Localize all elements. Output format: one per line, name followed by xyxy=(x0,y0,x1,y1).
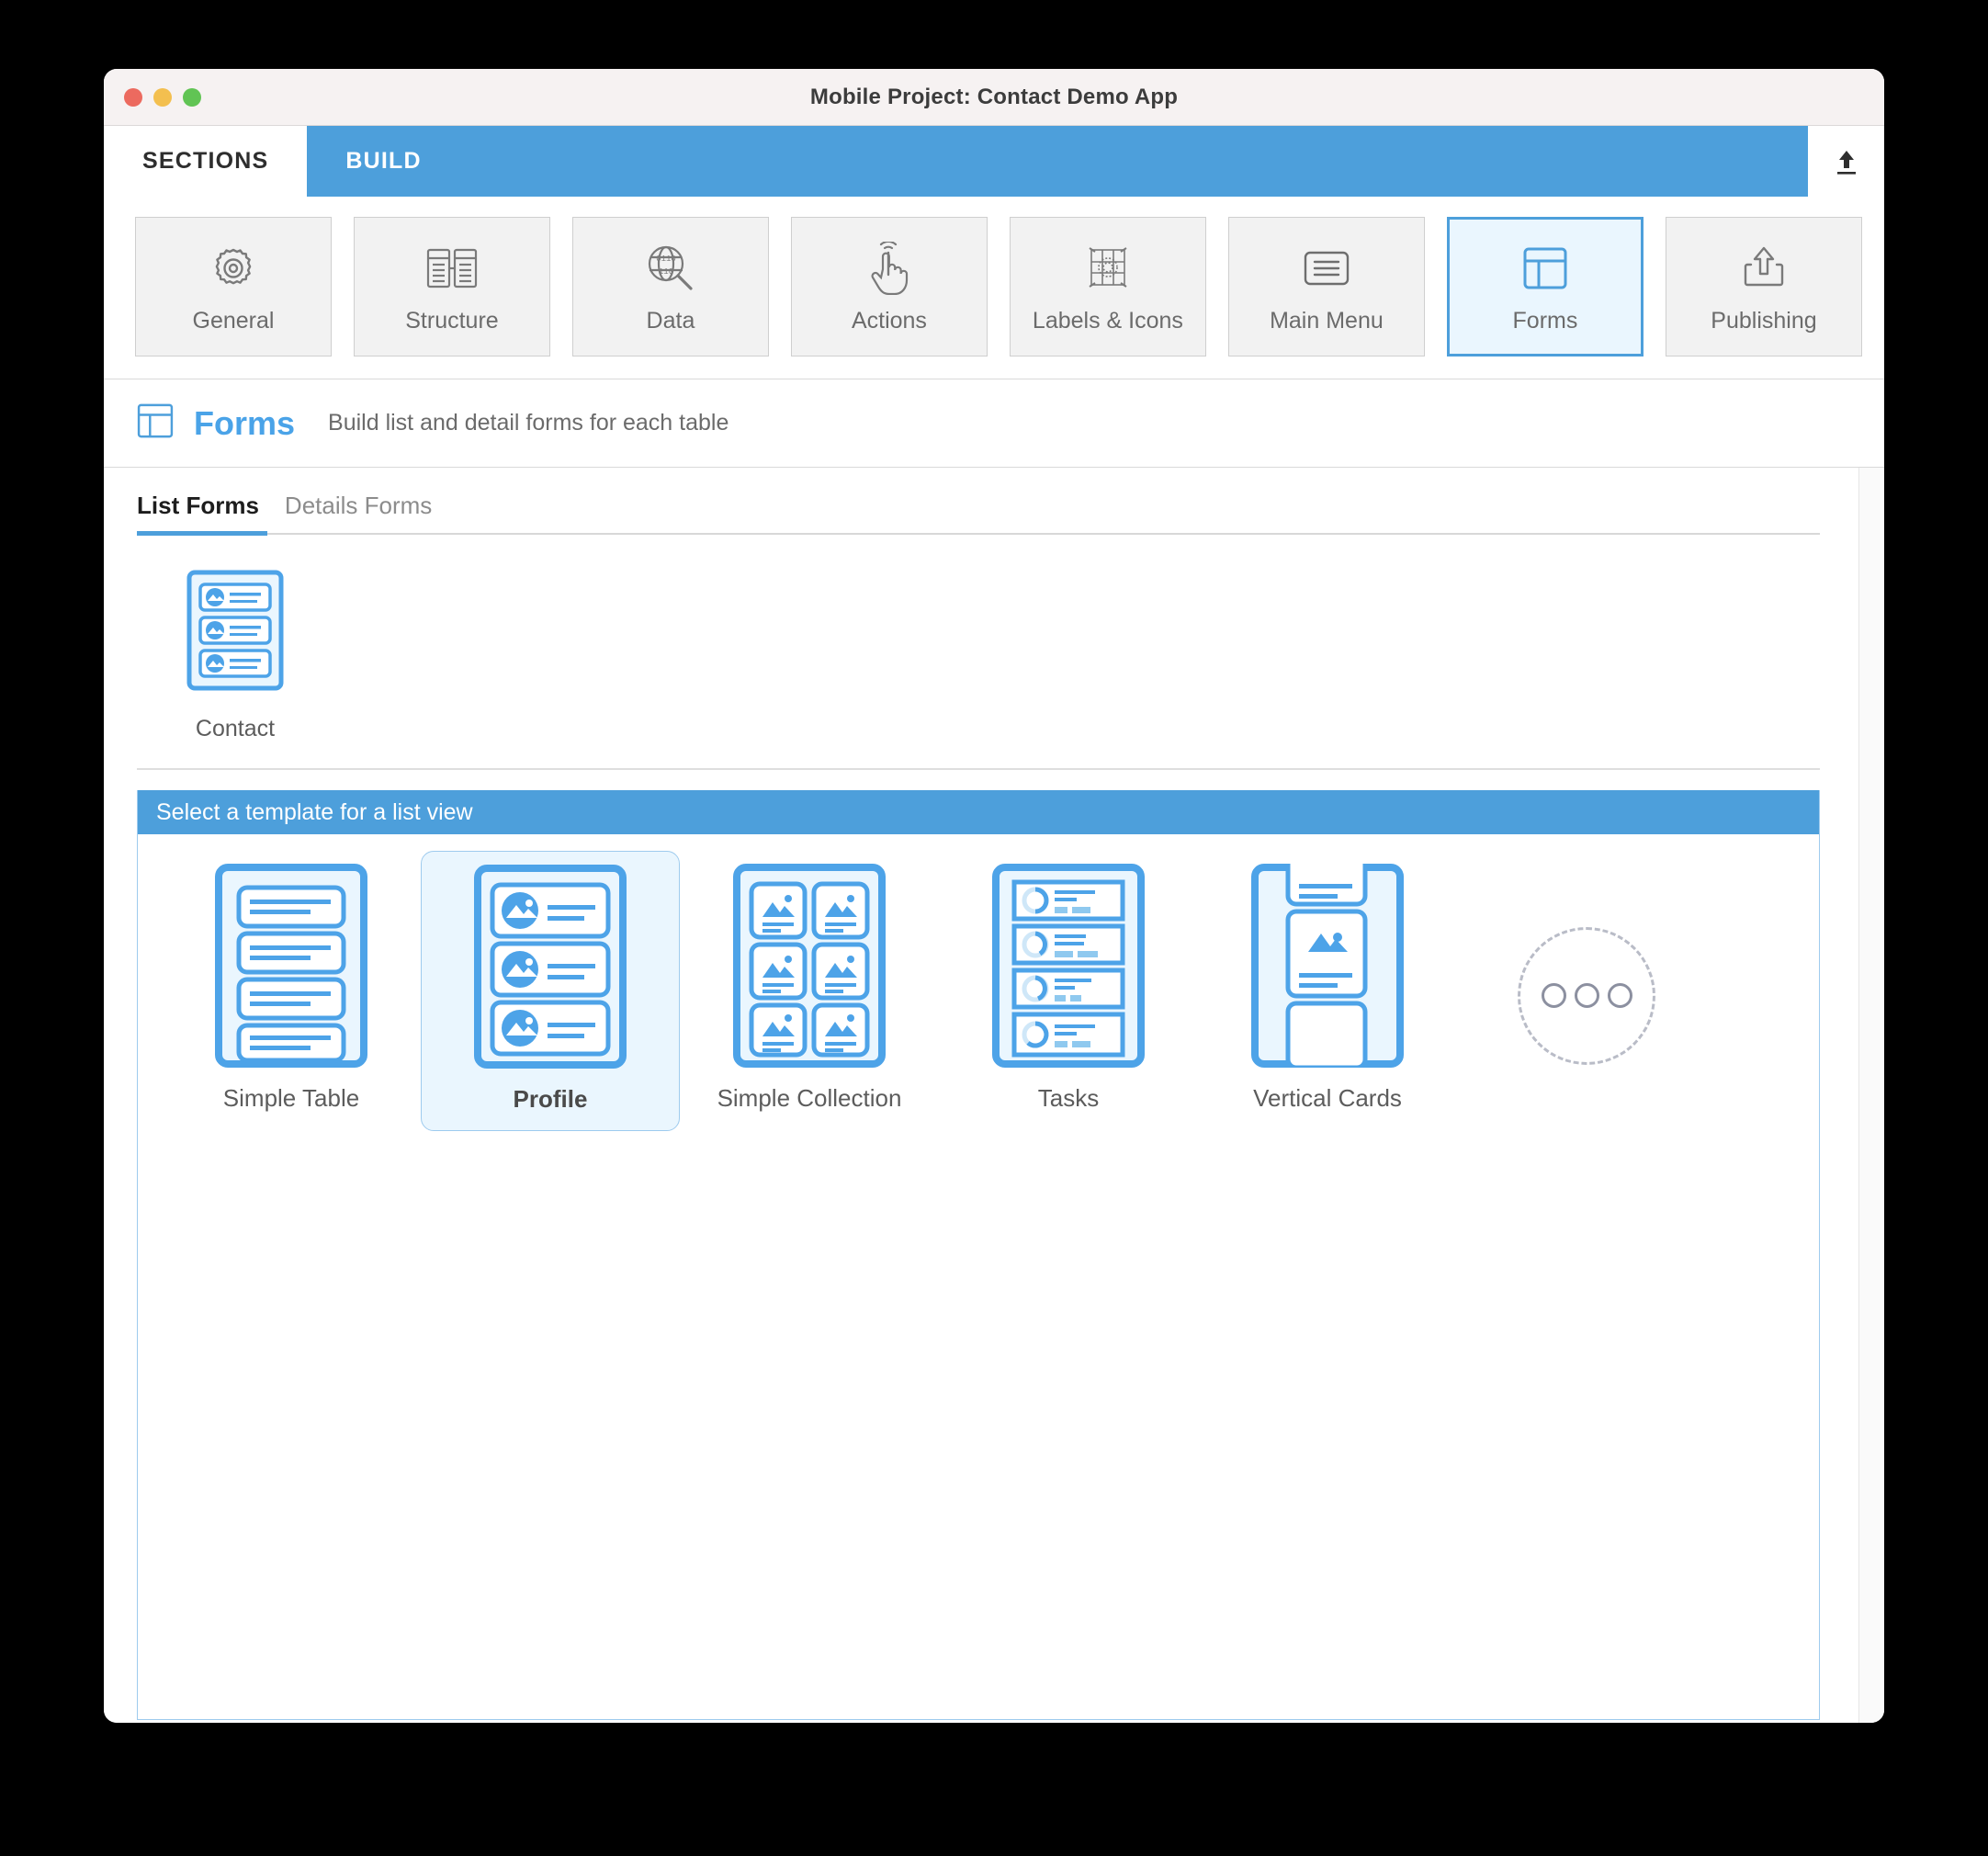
vertical-scrollbar[interactable] xyxy=(1858,468,1884,1723)
template-picker-header: Select a template for a list view xyxy=(138,790,1819,834)
toolbar-button-publishing[interactable]: Publishing xyxy=(1665,217,1862,356)
template-label: Tasks xyxy=(1037,1084,1100,1112)
three-dots-icon xyxy=(1574,983,1599,1008)
top-tab-strip: SECTIONS BUILD xyxy=(104,126,1884,197)
tab-list-forms[interactable]: List Forms xyxy=(137,492,259,533)
tab-build[interactable]: BUILD xyxy=(307,126,460,197)
section-header: Forms Build list and detail forms for ea… xyxy=(104,379,1884,468)
scroll-pane: List Forms Details Forms Contact Select … xyxy=(104,468,1858,1723)
toolbar-button-labels-icons[interactable]: Labels & Icons xyxy=(1009,217,1206,356)
toolbar-button-data[interactable]: 0110 110 Data xyxy=(571,217,769,356)
more-templates-button[interactable] xyxy=(1518,926,1655,1065)
export-icon xyxy=(1738,240,1790,297)
page-subtitle: Build list and detail forms for each tab… xyxy=(328,410,729,436)
tab-details-forms[interactable]: Details Forms xyxy=(285,492,432,533)
toolbar-label: Labels & Icons xyxy=(1032,307,1183,334)
toolbar-button-general[interactable]: General xyxy=(135,217,332,356)
labels-grid-icon xyxy=(1082,240,1134,297)
gear-icon xyxy=(208,240,259,297)
upload-button[interactable] xyxy=(1808,126,1884,197)
section-toolbar: General Structure 0110 110 Data Actions … xyxy=(104,197,1884,379)
svg-text:110: 110 xyxy=(659,267,673,277)
forms-layout-icon xyxy=(1520,240,1570,297)
upload-icon xyxy=(1836,150,1856,175)
title-bar: Mobile Project: Contact Demo App xyxy=(104,69,1884,126)
tab-strip-filler xyxy=(459,126,1808,197)
page-title: Forms xyxy=(194,403,296,442)
table-item-contact[interactable]: Contact xyxy=(157,570,313,742)
app-window: Mobile Project: Contact Demo App SECTION… xyxy=(104,69,1884,1723)
forms-layout-icon xyxy=(135,402,175,445)
profile-list-thumbnail xyxy=(186,570,284,696)
window-title: Mobile Project: Contact Demo App xyxy=(809,84,1179,109)
simple-table-art xyxy=(215,864,367,1068)
toolbar-label: General xyxy=(192,307,275,334)
subtab-divider xyxy=(137,531,1820,536)
profile-art xyxy=(474,865,627,1069)
template-vertical-cards[interactable]: Vertical Cards xyxy=(1198,851,1457,1131)
toolbar-label: Data xyxy=(646,307,695,334)
table-row-divider xyxy=(137,768,1820,770)
active-tab-underline xyxy=(137,531,267,536)
template-simple-table[interactable]: Simple Table xyxy=(162,851,421,1131)
template-list: Simple Table Profile Simple Collection T… xyxy=(138,834,1819,1131)
template-label: Vertical Cards xyxy=(1253,1084,1402,1112)
toolbar-label: Structure xyxy=(405,307,499,334)
toolbar-label: Publishing xyxy=(1711,307,1817,334)
toolbar-label: Main Menu xyxy=(1270,307,1384,334)
table-thumbnail-row: Contact xyxy=(104,535,1858,742)
toolbar-button-structure[interactable]: Structure xyxy=(353,217,550,356)
template-picker: Select a template for a list view Simple… xyxy=(137,790,1820,1720)
table-label: Contact xyxy=(195,716,276,741)
template-label: Simple Table xyxy=(222,1084,360,1112)
menu-list-icon xyxy=(1300,240,1353,297)
template-profile[interactable]: Profile xyxy=(421,851,680,1131)
content-area: List Forms Details Forms Contact Select … xyxy=(104,468,1884,1723)
tables-icon xyxy=(424,240,480,297)
data-search-icon: 0110 110 xyxy=(644,240,697,297)
template-tasks[interactable]: Tasks xyxy=(939,851,1198,1131)
toolbar-label: Forms xyxy=(1512,307,1578,334)
template-label: Simple Collection xyxy=(717,1084,902,1112)
toolbar-label: Actions xyxy=(851,307,927,334)
forms-subtabs: List Forms Details Forms xyxy=(104,468,1858,533)
toolbar-button-forms[interactable]: Forms xyxy=(1446,217,1643,356)
three-dots-icon xyxy=(1607,983,1632,1008)
simple-collection-art xyxy=(733,864,886,1068)
more-templates-wrap xyxy=(1457,851,1716,1131)
three-dots-icon xyxy=(1541,983,1566,1008)
template-label: Profile xyxy=(513,1085,588,1113)
tap-hand-icon xyxy=(864,240,914,297)
template-simple-collection[interactable]: Simple Collection xyxy=(680,851,939,1131)
tasks-art xyxy=(992,864,1145,1068)
toolbar-button-main-menu[interactable]: Main Menu xyxy=(1227,217,1425,356)
svg-text:0110: 0110 xyxy=(656,255,676,264)
vertical-cards-art xyxy=(1251,864,1404,1068)
toolbar-button-actions[interactable]: Actions xyxy=(790,217,988,356)
tab-sections[interactable]: SECTIONS xyxy=(104,126,308,197)
